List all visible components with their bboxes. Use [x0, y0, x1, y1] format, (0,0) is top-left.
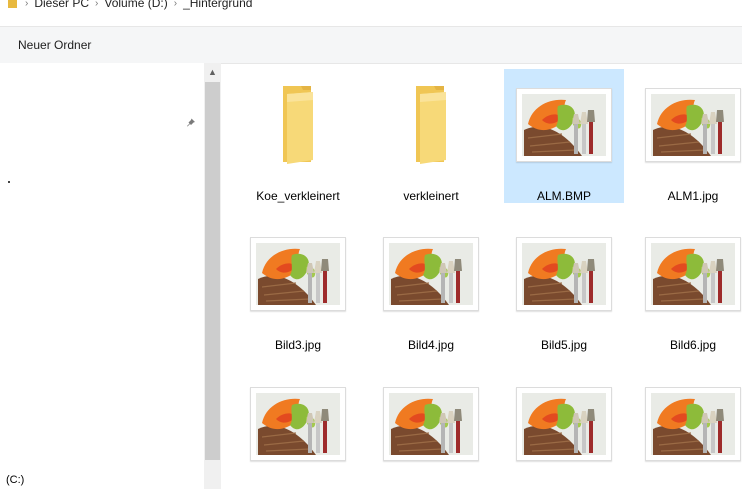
file-item[interactable]: ALM1.jpg — [633, 69, 742, 203]
file-item[interactable]: Bild3.jpg — [238, 218, 358, 352]
file-name-label: verkleinert — [403, 189, 459, 203]
pin-icon[interactable] — [186, 116, 198, 128]
folder-icon — [283, 86, 313, 164]
image-thumbnail — [250, 387, 346, 461]
image-thumbnail — [250, 237, 346, 311]
scroll-up-arrow-icon[interactable]: ▲ — [204, 63, 221, 81]
image-thumbnail — [645, 387, 741, 461]
nav-item-marker — [8, 181, 10, 183]
image-thumbnail — [383, 387, 479, 461]
image-thumbnail — [383, 237, 479, 311]
file-name-label: Bild3.jpg — [274, 338, 322, 352]
file-item[interactable] — [371, 368, 491, 489]
file-grid: Koe_verkleinert verkleinert ALM.BMP ALM1.jp… — [223, 63, 742, 489]
image-thumbnail — [645, 237, 741, 311]
folder-icon — [416, 86, 446, 164]
scroll-thumb[interactable] — [205, 82, 220, 460]
breadcrumb-item-this-pc[interactable]: Dieser PC — [34, 0, 89, 10]
file-item[interactable] — [238, 368, 358, 489]
file-name-label: Bild4.jpg — [407, 338, 455, 352]
chevron-right-icon: › — [95, 0, 99, 9]
breadcrumb-item-hintergrund[interactable]: _Hintergrund — [183, 0, 252, 10]
breadcrumb-item-volume-d[interactable]: Volume (D:) — [104, 0, 167, 10]
file-item[interactable]: Bild4.jpg — [371, 218, 491, 352]
file-name-label: Bild5.jpg — [540, 338, 588, 352]
folder-item[interactable]: Koe_verkleinert — [238, 69, 358, 203]
file-name-label: Koe_verkleinert — [256, 189, 340, 203]
file-name-label: ALM.BMP — [536, 189, 591, 203]
command-bar: Neuer Ordner — [0, 26, 742, 64]
folder-item[interactable]: verkleinert — [371, 69, 491, 203]
image-thumbnail — [516, 237, 612, 311]
file-item[interactable]: Bild6.jpg — [633, 218, 742, 352]
file-name-label: Bild6.jpg — [669, 338, 717, 352]
new-folder-button[interactable]: Neuer Ordner — [18, 38, 91, 52]
chevron-right-icon: › — [25, 0, 29, 9]
nav-item-drive-c[interactable]: (C:) — [6, 474, 24, 486]
navigation-pane: (C:) — [0, 63, 204, 489]
breadcrumb: › Dieser PC › Volume (D:) › _Hintergrund — [0, 0, 742, 12]
file-item[interactable] — [633, 368, 742, 489]
file-item[interactable] — [504, 368, 624, 489]
chevron-right-icon: › — [173, 0, 178, 9]
image-thumbnail — [516, 387, 612, 461]
nav-scrollbar[interactable]: ▲ — [204, 63, 221, 489]
image-thumbnail — [516, 88, 612, 162]
file-item[interactable]: ALM.BMP — [504, 69, 624, 203]
file-name-label: ALM1.jpg — [667, 189, 719, 203]
image-thumbnail — [645, 88, 741, 162]
file-item[interactable]: Bild5.jpg — [504, 218, 624, 352]
folder-icon — [8, 0, 17, 8]
